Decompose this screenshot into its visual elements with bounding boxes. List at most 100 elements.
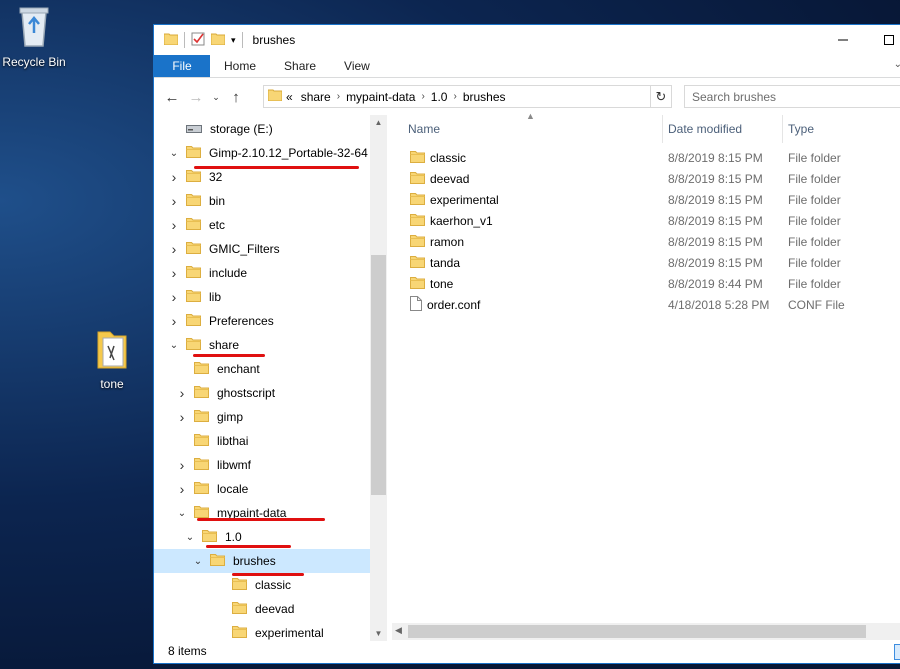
folder-icon bbox=[410, 255, 425, 271]
collapse-chevron-icon[interactable]: › bbox=[168, 313, 180, 329]
tree-item[interactable]: › libwmf bbox=[154, 453, 370, 477]
scroll-left-icon[interactable]: ◀ bbox=[395, 625, 402, 636]
tree-item[interactable]: › etc bbox=[154, 213, 370, 237]
expand-chevron-icon[interactable]: ⌄ bbox=[184, 532, 196, 543]
file-row[interactable]: order.conf 4/18/2018 5:28 PM CONF File bbox=[392, 294, 900, 315]
search-input[interactable] bbox=[684, 85, 900, 108]
expand-chevron-icon[interactable]: ⌄ bbox=[168, 340, 180, 351]
quick-access-toolbar: ▾ bbox=[154, 32, 243, 49]
collapse-chevron-icon[interactable]: › bbox=[168, 193, 180, 209]
tree-item-label: locale bbox=[217, 482, 249, 496]
folder-icon bbox=[186, 217, 201, 233]
file-list-scrollbar[interactable]: ◀ bbox=[392, 623, 900, 640]
file-name: tanda bbox=[430, 255, 461, 270]
file-row[interactable]: ramon 8/8/2019 8:15 PM File folder bbox=[392, 231, 900, 252]
nav-scrollbar[interactable]: ▲ ▼ bbox=[370, 115, 387, 641]
file-row[interactable]: experimental 8/8/2019 8:15 PM File folder bbox=[392, 189, 900, 210]
customize-toolbar-chevron-icon[interactable]: ▾ bbox=[231, 35, 236, 46]
collapse-chevron-icon[interactable]: › bbox=[168, 289, 180, 305]
folder-icon bbox=[186, 265, 201, 281]
scroll-down-icon[interactable]: ▼ bbox=[370, 629, 387, 638]
expand-chevron-icon[interactable]: ⌄ bbox=[168, 148, 180, 159]
tree-item[interactable]: ⌄ brushes bbox=[154, 549, 370, 573]
collapse-chevron-icon[interactable]: › bbox=[168, 265, 180, 281]
minimize-button[interactable] bbox=[820, 25, 866, 55]
breadcrumb-overflow[interactable]: « bbox=[282, 90, 297, 104]
folder-icon bbox=[232, 601, 247, 617]
collapse-chevron-icon[interactable]: › bbox=[176, 481, 188, 497]
column-header-name[interactable]: Name bbox=[392, 115, 662, 143]
forward-button[interactable]: → bbox=[184, 89, 208, 106]
tree-item[interactable]: ⌄ mypaint-data bbox=[154, 501, 370, 525]
navigation-pane: storage (E:) ⌄ Gimp-2.10.12_Portable-32-64… bbox=[154, 115, 370, 641]
breadcrumb-brushes[interactable]: brushes bbox=[459, 90, 510, 104]
column-header-type[interactable]: Type bbox=[772, 115, 900, 143]
file-type: File folder bbox=[788, 276, 841, 291]
tree-item-label: ghostscript bbox=[217, 386, 276, 400]
address-bar[interactable]: « share › mypaint-data › 1.0 › brushes ⌄ bbox=[263, 85, 671, 108]
tree-item[interactable]: libthai bbox=[154, 429, 370, 453]
folder-icon bbox=[210, 553, 225, 569]
tree-item[interactable]: classic bbox=[154, 573, 370, 597]
collapse-chevron-icon[interactable]: › bbox=[168, 169, 180, 185]
tab-file[interactable]: File bbox=[154, 55, 210, 77]
file-row[interactable]: deevad 8/8/2019 8:15 PM File folder bbox=[392, 168, 900, 189]
collapse-chevron-icon[interactable]: › bbox=[176, 457, 188, 473]
properties-icon[interactable] bbox=[191, 32, 205, 49]
breadcrumb-separator-icon[interactable]: › bbox=[335, 91, 342, 102]
recycle-bin-desktop-icon[interactable]: Recycle Bin bbox=[0, 2, 74, 69]
breadcrumb-separator-icon[interactable]: › bbox=[451, 91, 458, 102]
column-header-date[interactable]: Date modified bbox=[652, 115, 782, 143]
details-view-button[interactable] bbox=[894, 644, 900, 660]
collapse-chevron-icon[interactable]: › bbox=[176, 385, 188, 401]
breadcrumb-mypaint-data[interactable]: mypaint-data bbox=[342, 90, 419, 104]
maximize-button[interactable] bbox=[866, 25, 900, 55]
file-row[interactable]: tone 8/8/2019 8:44 PM File folder bbox=[392, 273, 900, 294]
file-row[interactable]: classic 8/8/2019 8:15 PM File folder bbox=[392, 147, 900, 168]
tree-item[interactable]: ⌄ Gimp-2.10.12_Portable-32-64 bbox=[154, 141, 370, 165]
tree-item[interactable]: › Preferences bbox=[154, 309, 370, 333]
collapse-chevron-icon[interactable]: › bbox=[176, 409, 188, 425]
tab-share[interactable]: Share bbox=[270, 55, 330, 77]
tone-desktop-folder[interactable]: tone bbox=[72, 326, 152, 391]
tree-item[interactable]: enchant bbox=[154, 357, 370, 381]
up-button[interactable]: ↑ bbox=[224, 89, 248, 106]
tree-item-label: 1.0 bbox=[225, 530, 242, 544]
back-button[interactable]: ← bbox=[160, 89, 184, 106]
tree-item[interactable]: › locale bbox=[154, 477, 370, 501]
breadcrumb-1-0[interactable]: 1.0 bbox=[427, 90, 452, 104]
refresh-button[interactable]: ↻ bbox=[650, 85, 672, 108]
tab-home[interactable]: Home bbox=[210, 55, 270, 77]
tree-item[interactable]: › lib bbox=[154, 285, 370, 309]
tree-item[interactable]: experimental bbox=[154, 621, 370, 641]
breadcrumb-separator-icon[interactable]: › bbox=[419, 91, 426, 102]
recent-locations-chevron-icon[interactable]: ⌄ bbox=[208, 92, 224, 103]
expand-chevron-icon[interactable]: ⌄ bbox=[192, 556, 204, 567]
collapse-chevron-icon[interactable]: › bbox=[168, 241, 180, 257]
tab-view[interactable]: View bbox=[330, 55, 384, 77]
file-name: ramon bbox=[430, 234, 465, 249]
expand-chevron-icon[interactable]: ⌄ bbox=[176, 508, 188, 519]
tree-item[interactable]: storage (E:) bbox=[154, 117, 370, 141]
folder-icon bbox=[163, 33, 179, 48]
tree-item[interactable]: › gimp bbox=[154, 405, 370, 429]
tree-item[interactable]: deevad bbox=[154, 597, 370, 621]
scroll-up-icon[interactable]: ▲ bbox=[370, 118, 387, 127]
scroll-thumb[interactable] bbox=[371, 255, 386, 495]
tree-item[interactable]: › ghostscript bbox=[154, 381, 370, 405]
expand-ribbon-icon[interactable]: ⌄ bbox=[894, 59, 900, 70]
tree-item-label: classic bbox=[255, 578, 292, 592]
toolbar-divider bbox=[241, 32, 243, 48]
file-row[interactable]: tanda 8/8/2019 8:15 PM File folder bbox=[392, 252, 900, 273]
tree-item[interactable]: › bin bbox=[154, 189, 370, 213]
tree-item[interactable]: › GMIC_Filters bbox=[154, 237, 370, 261]
file-row[interactable]: kaerhon_v1 8/8/2019 8:15 PM File folder bbox=[392, 210, 900, 231]
toolbar-divider bbox=[184, 32, 185, 48]
breadcrumb-share[interactable]: share bbox=[297, 90, 335, 104]
annotation-underline bbox=[193, 354, 265, 357]
new-folder-icon[interactable] bbox=[210, 33, 226, 48]
tree-item[interactable]: › include bbox=[154, 261, 370, 285]
scroll-thumb[interactable] bbox=[408, 625, 866, 638]
collapse-chevron-icon[interactable]: › bbox=[168, 217, 180, 233]
tree-item-label: 32 bbox=[209, 170, 223, 184]
